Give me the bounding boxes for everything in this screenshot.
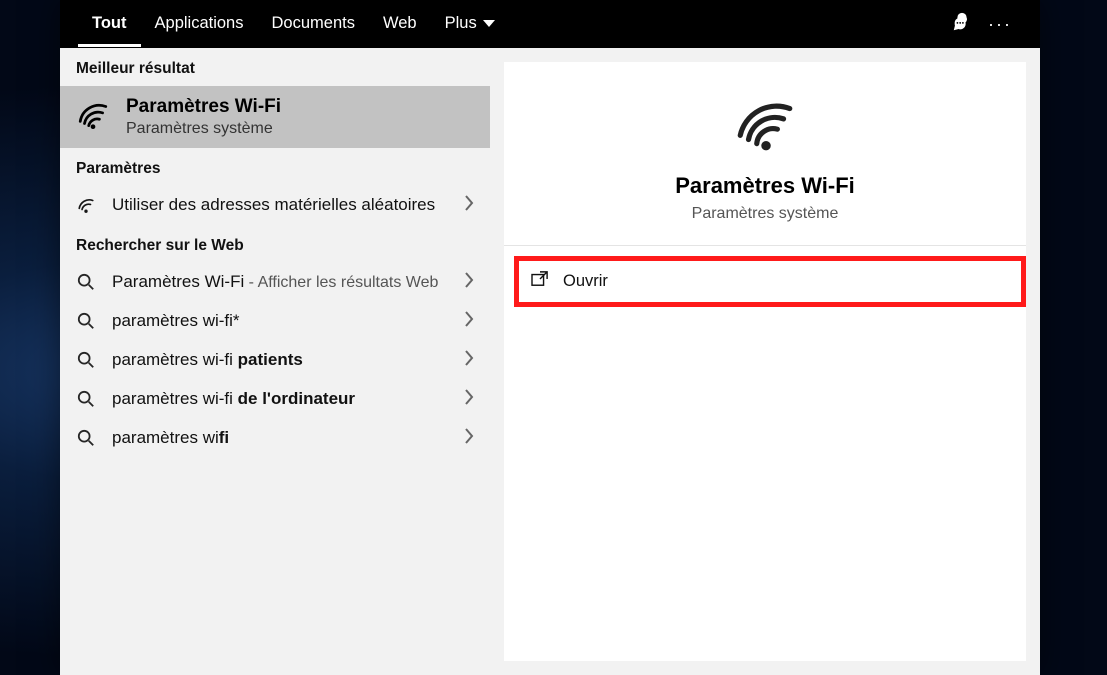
web-result-label: paramètres wifi [112, 427, 448, 450]
web-result-label: paramètres wi-fi* [112, 310, 448, 333]
results-column: Meilleur résultat Paramètres Wi-Fi Param… [60, 48, 490, 675]
chevron-right-icon [464, 389, 474, 410]
search-panel: Tout Applications Documents Web Plus ···… [60, 0, 1040, 675]
web-result-label: Paramètres Wi-Fi - Afficher les résultat… [112, 271, 448, 294]
web-result-4[interactable]: paramètres wifi [60, 419, 490, 458]
search-icon [76, 390, 96, 408]
chevron-down-icon [483, 20, 495, 27]
search-icon [76, 351, 96, 369]
search-tabs: Tout Applications Documents Web Plus ··· [60, 0, 1040, 48]
tab-documents[interactable]: Documents [258, 2, 369, 47]
settings-item-random-mac[interactable]: Utiliser des adresses matérielles aléato… [60, 186, 490, 225]
best-result-text: Paramètres Wi-Fi Paramètres système [126, 96, 281, 138]
preview-header: Paramètres Wi-Fi Paramètres système [504, 62, 1026, 246]
chevron-right-icon [464, 195, 474, 216]
preview-pane: Paramètres Wi-Fi Paramètres système Ouvr… [504, 62, 1026, 661]
web-result-1[interactable]: paramètres wi-fi* [60, 302, 490, 341]
chevron-right-icon [464, 272, 474, 293]
web-result-label: paramètres wi-fi de l'ordinateur [112, 388, 448, 411]
search-icon [76, 312, 96, 330]
best-result-title: Paramètres Wi-Fi [126, 96, 281, 118]
feedback-icon[interactable] [944, 11, 980, 38]
tab-applications[interactable]: Applications [141, 2, 258, 47]
best-result[interactable]: Paramètres Wi-Fi Paramètres système [60, 86, 490, 148]
best-result-subtitle: Paramètres système [126, 120, 281, 138]
chevron-right-icon [464, 311, 474, 332]
web-result-label: paramètres wi-fi patients [112, 349, 448, 372]
open-external-icon [531, 271, 549, 292]
chevron-right-icon [464, 350, 474, 371]
chevron-right-icon [464, 428, 474, 449]
preview-title: Paramètres Wi-Fi [675, 173, 855, 199]
section-best-result: Meilleur résultat [60, 48, 490, 86]
preview-subtitle: Paramètres système [692, 205, 839, 223]
section-settings: Paramètres [60, 148, 490, 186]
tab-all[interactable]: Tout [78, 2, 141, 47]
wifi-icon [76, 197, 96, 213]
web-result-0[interactable]: Paramètres Wi-Fi - Afficher les résultat… [60, 263, 490, 302]
wifi-icon [732, 94, 798, 157]
wifi-icon [76, 100, 110, 135]
section-web-search: Rechercher sur le Web [60, 225, 490, 263]
tab-more-label: Plus [445, 14, 477, 33]
more-options-icon[interactable]: ··· [980, 14, 1020, 35]
open-button[interactable]: Ouvrir [514, 256, 1026, 307]
search-icon [76, 273, 96, 291]
search-icon [76, 429, 96, 447]
tab-web[interactable]: Web [369, 2, 431, 47]
tab-more[interactable]: Plus [431, 2, 509, 47]
web-result-2[interactable]: paramètres wi-fi patients [60, 341, 490, 380]
settings-item-label: Utiliser des adresses matérielles aléato… [112, 194, 448, 217]
open-button-label: Ouvrir [563, 272, 608, 291]
web-result-3[interactable]: paramètres wi-fi de l'ordinateur [60, 380, 490, 419]
